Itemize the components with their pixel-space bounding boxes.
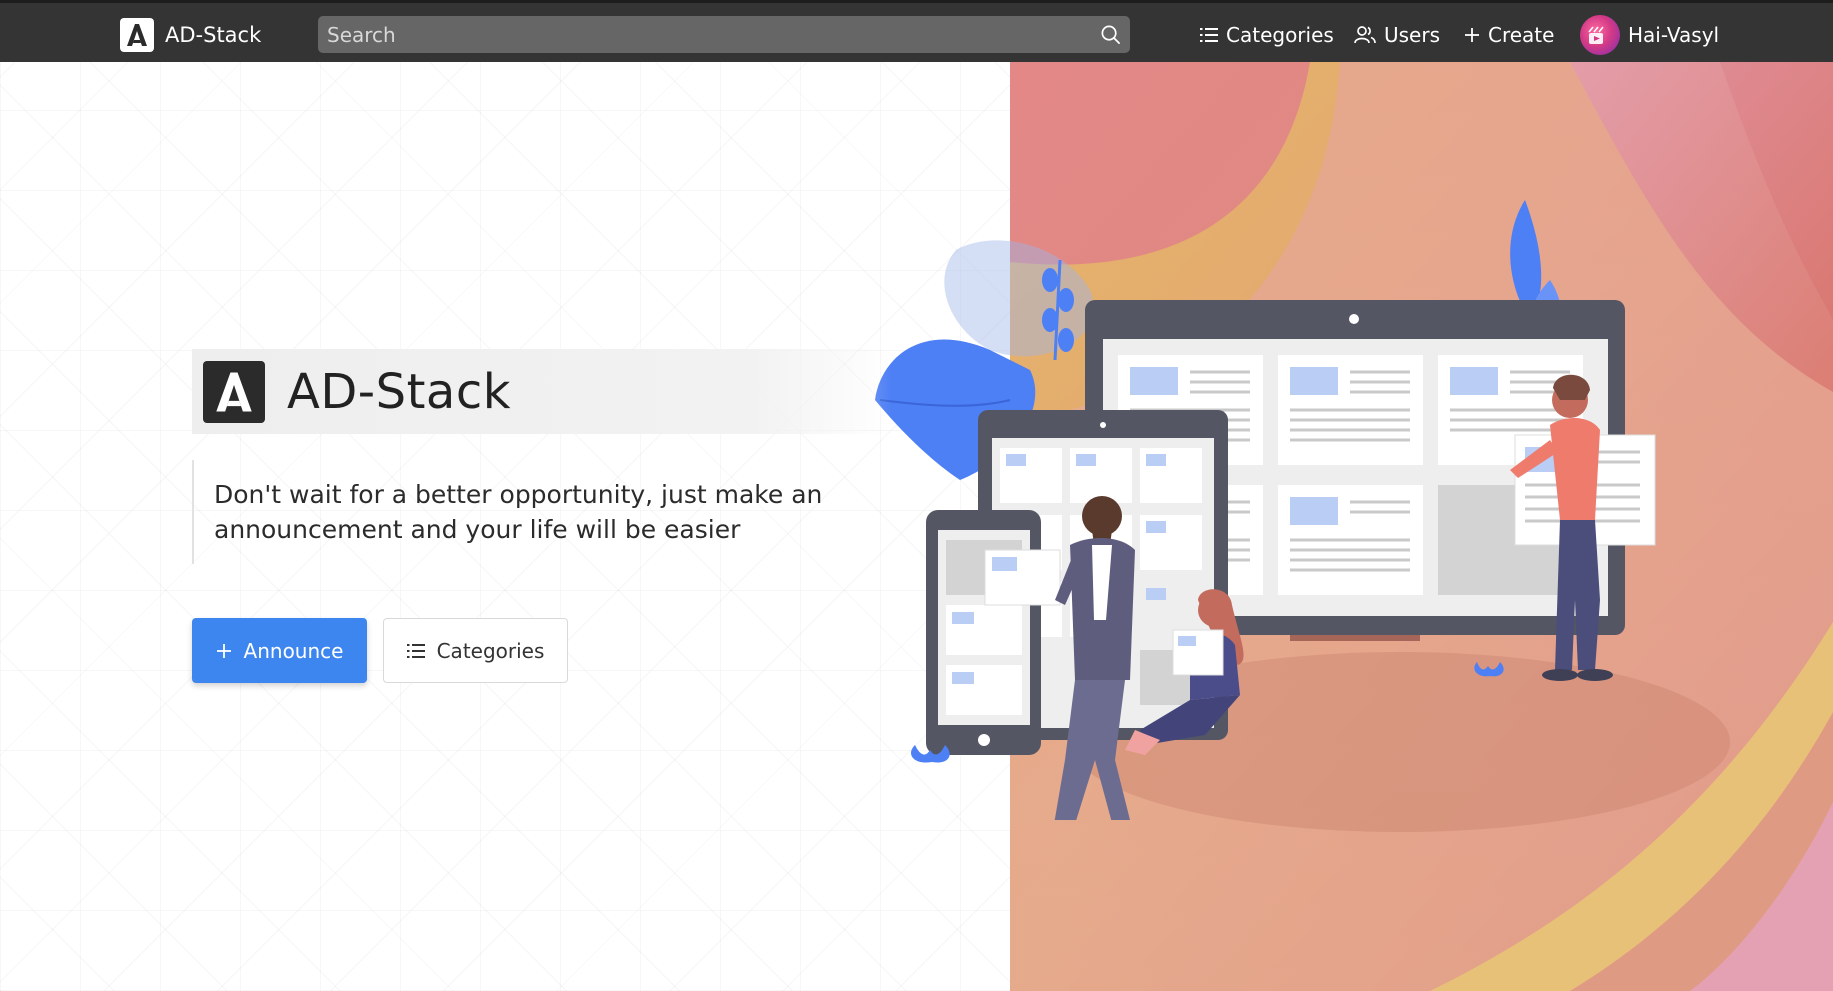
nav-create-label: Create xyxy=(1488,23,1555,47)
user-menu[interactable]: Hai-Vasyl xyxy=(1580,15,1719,55)
categories-button[interactable]: Categories xyxy=(383,618,568,683)
brand-name: AD-Stack xyxy=(165,23,262,47)
plus-icon xyxy=(216,643,231,658)
categories-button-label: Categories xyxy=(436,638,545,663)
nav-categories-label: Categories xyxy=(1226,23,1334,47)
plus-icon xyxy=(1465,28,1479,42)
a-logo-icon xyxy=(203,360,265,423)
nav-create[interactable]: Create xyxy=(1464,19,1554,51)
a-logo-icon xyxy=(120,18,154,52)
users-icon xyxy=(1354,26,1376,44)
search-bar xyxy=(318,16,1130,53)
username-label: Hai-Vasyl xyxy=(1628,23,1720,47)
avatar-icon xyxy=(1580,15,1620,55)
people-with-devices-illustration xyxy=(875,200,1656,820)
list-icon xyxy=(406,643,425,658)
search-icon[interactable] xyxy=(1100,24,1121,45)
search-input[interactable] xyxy=(318,16,1130,53)
announce-button-label: Announce xyxy=(243,638,344,663)
list-icon xyxy=(1200,28,1218,42)
announce-button[interactable]: Announce xyxy=(192,618,367,683)
nav-users-label: Users xyxy=(1384,23,1441,47)
navbar: AD-Stack Categories Users Create xyxy=(0,0,1833,62)
hero-title: AD-Stack xyxy=(287,363,512,420)
hero-title-box: AD-Stack xyxy=(192,349,892,434)
hero-tagline: Don't wait for a better opportunity, jus… xyxy=(192,460,832,564)
nav-users[interactable]: Users xyxy=(1354,19,1440,51)
nav-categories[interactable]: Categories xyxy=(1200,19,1334,51)
brand-link[interactable]: AD-Stack xyxy=(120,18,261,52)
